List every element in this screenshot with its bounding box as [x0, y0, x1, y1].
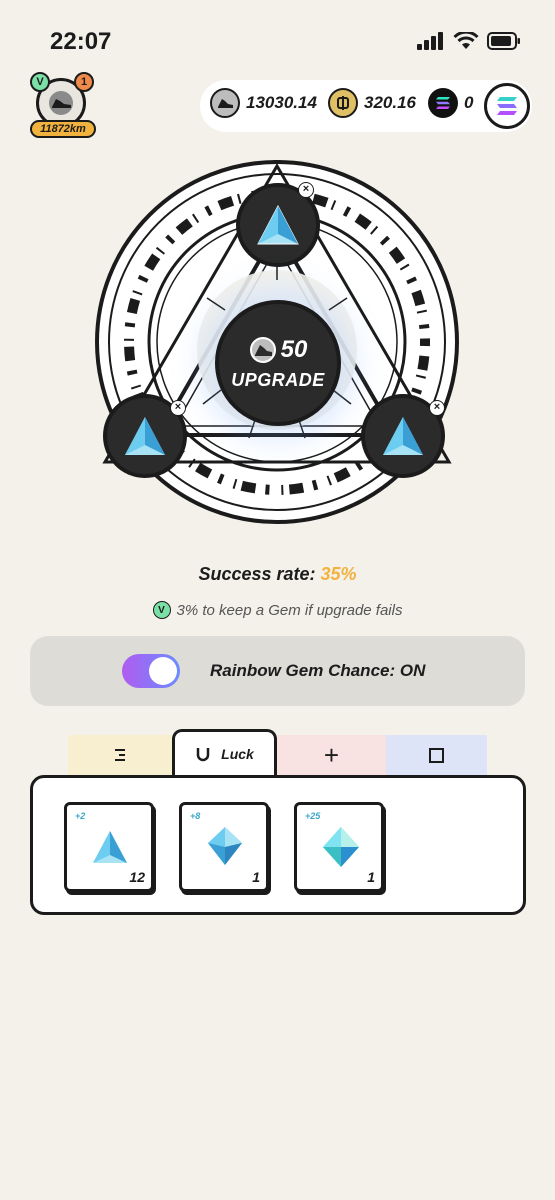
profile-avatar[interactable]: V 1 11872km [30, 72, 96, 138]
luck-gem-icon [208, 827, 242, 865]
tab-luck[interactable]: Luck [172, 729, 277, 775]
gst-amount: 13030.14 [246, 93, 317, 112]
status-icons [417, 32, 521, 50]
rainbow-label: Rainbow Gem Chance: ON [210, 661, 426, 680]
luck-gem-icon [93, 831, 127, 863]
upgrade-label: UPGRADE [231, 369, 325, 390]
balance-bar: 13030.14 320.16 0 [200, 80, 532, 132]
square-icon [429, 747, 444, 763]
gmt-coin-icon [328, 88, 358, 118]
gem-count: 1 [367, 869, 375, 885]
sol-coin-icon [428, 88, 458, 118]
sneaker-icon [49, 91, 73, 115]
gst-coin-icon [210, 88, 240, 118]
gem-count: 12 [129, 869, 145, 885]
solana-icon [497, 97, 517, 115]
remove-gem-left-icon[interactable]: × [170, 400, 186, 416]
luck-gem-icon [323, 827, 359, 867]
upgrade-cost-value: 50 [280, 335, 308, 363]
wifi-icon [453, 32, 479, 49]
gem-level: +8 [190, 811, 201, 821]
sol-balance[interactable]: 0 [428, 88, 473, 118]
success-rate: Success rate: 35% [0, 564, 555, 585]
gst-balance[interactable]: 13030.14 [210, 88, 317, 118]
status-time: 22:07 [50, 28, 112, 55]
distance-badge: 11872km [30, 120, 96, 138]
gem-level: +2 [75, 811, 86, 821]
gmt-balance[interactable]: 320.16 [328, 88, 416, 118]
success-rate-value: 35% [320, 564, 357, 584]
rainbow-toggle[interactable] [122, 654, 180, 688]
tab-resilience[interactable] [386, 735, 487, 775]
luck-gem-icon [257, 204, 299, 245]
keep-gem-note: V 3% to keep a Gem if upgrade fails [0, 601, 555, 619]
keep-gem-text: 3% to keep a Gem if upgrade fails [176, 601, 403, 619]
inventory-item[interactable]: +2 12 [64, 802, 154, 892]
remove-gem-right-icon[interactable]: × [429, 400, 445, 416]
gem-count: 1 [252, 869, 260, 885]
inventory-item[interactable]: +8 1 [179, 802, 269, 892]
verified-badge: V [30, 72, 50, 92]
upgrade-cost: 50 [249, 335, 308, 364]
upgrade-button[interactable]: 50 UPGRADE [215, 300, 341, 426]
inventory-item[interactable]: +25 1 [294, 802, 384, 892]
gmt-amount: 320.16 [364, 93, 416, 112]
gem-level: +25 [305, 811, 321, 821]
wallet-button[interactable] [484, 83, 530, 129]
notification-badge: 1 [74, 72, 94, 92]
tab-luck-label: Luck [221, 745, 254, 762]
rainbow-gem-panel: Rainbow Gem Chance: ON [30, 636, 525, 706]
plus-icon: + [323, 739, 340, 770]
gem-inventory: +2 12 +8 1 +25 1 [30, 775, 526, 915]
verified-badge-small: V [152, 601, 171, 619]
gst-coin-icon [249, 336, 276, 363]
horseshoe-icon [196, 747, 210, 761]
signal-icon [417, 32, 443, 50]
luck-gem-icon [125, 417, 165, 455]
tab-comfort[interactable]: + [277, 735, 386, 775]
luck-gem-icon [383, 417, 423, 455]
success-rate-label: Success rate: [198, 564, 316, 584]
tab-efficiency[interactable] [68, 735, 172, 775]
sol-amount: 0 [464, 93, 474, 112]
list-icon [115, 749, 125, 761]
remove-gem-top-icon[interactable]: × [298, 182, 314, 198]
battery-icon [487, 32, 520, 50]
toggle-knob [149, 657, 177, 685]
